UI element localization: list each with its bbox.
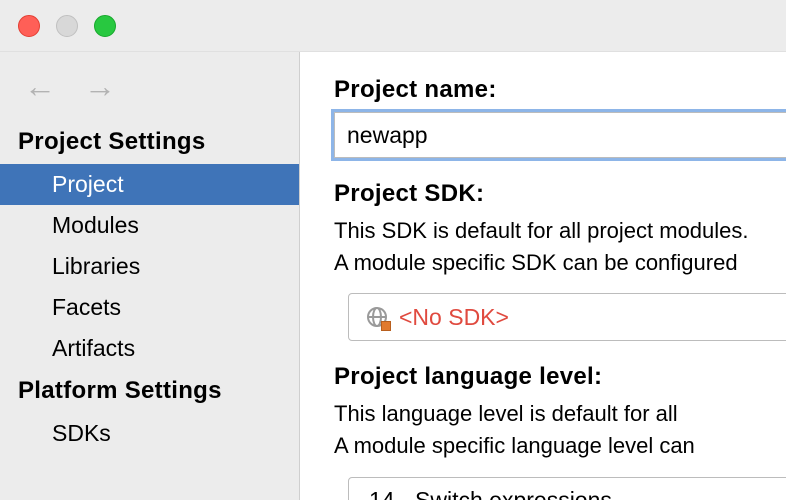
forward-arrow-icon[interactable]: → [84, 70, 116, 102]
sidebar-section-platform-settings: Platform Settings [0, 369, 299, 413]
project-sdk-desc-1: This SDK is default for all project modu… [334, 216, 786, 246]
language-level-label: Project language level: [334, 363, 786, 391]
sidebar-item-libraries[interactable]: Libraries [0, 246, 299, 287]
sidebar-item-project[interactable]: Project [0, 164, 299, 205]
sidebar-item-artifacts[interactable]: Artifacts [0, 328, 299, 369]
language-level-desc-2: A module specific language level can [334, 431, 786, 461]
back-arrow-icon[interactable]: ← [24, 70, 56, 102]
sidebar-item-label: Facets [52, 294, 121, 320]
project-sdk-section: Project SDK: This SDK is default for all… [334, 180, 786, 341]
content-pane: Project name: Project SDK: This SDK is d… [300, 52, 786, 500]
sidebar-item-label: Project [52, 171, 124, 197]
sidebar-item-label: Artifacts [52, 335, 135, 361]
titlebar [0, 0, 786, 52]
window-close-button[interactable] [18, 15, 40, 37]
project-sdk-desc-2: A module specific SDK can be configured [334, 248, 786, 278]
language-level-select[interactable]: 14 - Switch expressions [348, 477, 786, 500]
language-level-value: 14 - Switch expressions [369, 487, 612, 500]
window-maximize-button[interactable] [94, 15, 116, 37]
language-level-desc-1: This language level is default for all [334, 399, 786, 429]
project-structure-window: ← → Project Settings Project Modules Lib… [0, 0, 786, 500]
warning-badge-icon [381, 321, 391, 331]
project-name-section: Project name: [334, 76, 786, 158]
project-name-label: Project name: [334, 76, 786, 104]
globe-icon [365, 305, 389, 329]
sidebar-item-sdks[interactable]: SDKs [0, 413, 299, 454]
project-sdk-select[interactable]: <No SDK> [348, 293, 786, 341]
window-minimize-button[interactable] [56, 15, 78, 37]
window-body: ← → Project Settings Project Modules Lib… [0, 52, 786, 500]
sidebar-item-label: Modules [52, 212, 139, 238]
sidebar: ← → Project Settings Project Modules Lib… [0, 52, 300, 500]
sidebar-item-facets[interactable]: Facets [0, 287, 299, 328]
sidebar-section-project-settings: Project Settings [0, 120, 299, 164]
language-level-section: Project language level: This language le… [334, 363, 786, 500]
nav-arrows: ← → [0, 64, 299, 120]
sidebar-item-modules[interactable]: Modules [0, 205, 299, 246]
sidebar-item-label: Libraries [52, 253, 140, 279]
project-sdk-value: <No SDK> [399, 304, 509, 331]
project-sdk-label: Project SDK: [334, 180, 786, 208]
sidebar-item-label: SDKs [52, 420, 111, 446]
project-name-input[interactable] [334, 112, 786, 158]
